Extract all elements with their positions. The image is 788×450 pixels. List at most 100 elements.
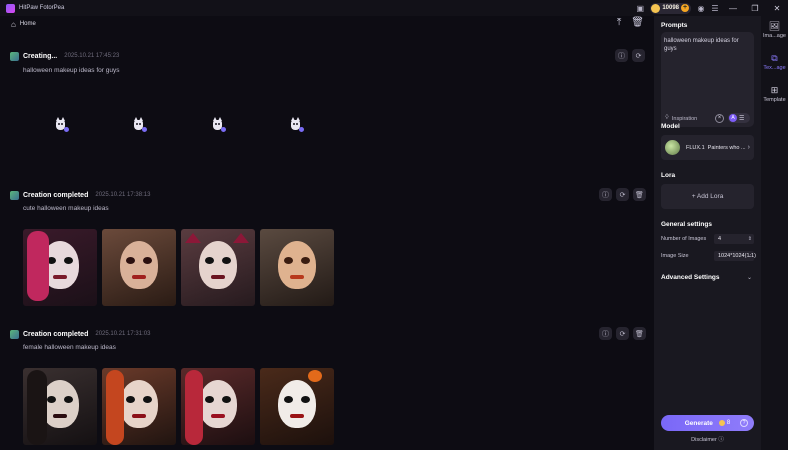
model-selector[interactable]: FLUX.1 Painters who ... › — [661, 135, 754, 160]
general-settings-heading: General settings — [661, 221, 712, 228]
advanced-settings-toggle[interactable]: Advanced Settings ⌄ — [661, 274, 754, 281]
prompt-mode-toggle[interactable]: A ☰ — [728, 113, 750, 123]
upload-icon[interactable]: ⤒ — [617, 17, 621, 28]
disclaimer-label: Disclaimer — [691, 437, 717, 443]
entry-status: Creating... — [23, 52, 58, 60]
save-icon[interactable]: ▣ — [633, 0, 647, 16]
disclaimer-link[interactable]: Disclaimer ⓘ — [654, 435, 761, 443]
app-title: HitPaw FotorPea — [19, 5, 65, 11]
advanced-settings-label: Advanced Settings — [661, 274, 720, 281]
entry-prompt: female halloween makeup ideas — [23, 344, 116, 351]
text-image-icon: ⧉ — [771, 53, 778, 63]
num-images-value: 4 — [718, 236, 722, 242]
regenerate-button[interactable]: ⟳ — [632, 49, 645, 62]
history-entry: Creation completed 2025.10.21 17:38:13 ⓘ… — [0, 188, 654, 329]
coin-icon — [718, 420, 725, 426]
title-bar: HitPaw FotorPea ▣ 10098 + ◉ ☰ — ❐ ✕ — [0, 0, 788, 16]
entry-thumb-icon — [10, 190, 19, 200]
loading-cat-icon — [133, 117, 147, 134]
entry-time: 2025.10.21 17:45:23 — [64, 53, 120, 59]
tab-image-to-image[interactable]: 🖼︎ Ima...age — [761, 18, 788, 48]
list-icon: ☰ — [739, 115, 745, 122]
entry-status: Creation completed — [23, 191, 89, 199]
credits-badge[interactable]: 10098 + — [650, 2, 691, 14]
tab-template[interactable]: ⊞ Template — [761, 82, 788, 112]
regenerate-button[interactable]: ⟳ — [616, 188, 629, 201]
generate-cost-value: 8 — [726, 420, 731, 426]
info-button[interactable]: ⓘ — [615, 49, 628, 62]
history-list: Creating... 2025.10.21 17:45:23 ⓘ ⟳ hall… — [0, 34, 654, 450]
mode-tabs: 🖼︎ Ima...age ⧉ Tex...age ⊞ Template — [761, 16, 788, 450]
entry-prompt: cute halloween makeup ideas — [23, 205, 109, 212]
delete-button[interactable]: 🗑︎ — [633, 188, 646, 201]
trash-icon[interactable]: 🗑︎ — [631, 17, 644, 28]
nav-bar: ⌂ Home ⤒ 🗑︎ — [0, 16, 654, 32]
chevron-right-icon: › — [747, 144, 750, 151]
history-entry: Creating... 2025.10.21 17:45:23 ⓘ ⟳ hall… — [0, 49, 654, 190]
result-image[interactable] — [181, 229, 255, 306]
home-link[interactable]: Home — [20, 21, 36, 27]
prompt-text[interactable]: halloween makeup ideas for guys — [664, 37, 752, 53]
restore-button[interactable]: ❐ — [744, 0, 766, 16]
num-images-row: Number of Images 4 ⇕ — [661, 234, 754, 244]
result-image[interactable] — [260, 368, 334, 445]
tab-label: Template — [763, 97, 786, 103]
info-button[interactable]: ⓘ — [599, 327, 612, 340]
history-entry: Creation completed 2025.10.21 17:31:03 ⓘ… — [0, 327, 654, 450]
tab-text-to-image[interactable]: ⧉ Tex...age — [761, 50, 788, 80]
prompt-input[interactable]: halloween makeup ideas for guys 💡︎ Inspi… — [661, 32, 754, 127]
add-lora-button[interactable]: + Add Lora — [661, 184, 754, 209]
account-icon[interactable]: ◉ — [694, 0, 708, 16]
model-thumbnail — [665, 140, 680, 155]
menu-icon[interactable]: ☰ — [708, 0, 722, 16]
generate-button[interactable]: Generate 8 ? — [661, 415, 754, 431]
result-image[interactable] — [23, 368, 97, 445]
entry-prompt: halloween makeup ideas for guys — [23, 67, 120, 74]
inspiration-button[interactable]: 💡︎ Inspiration — [665, 115, 697, 122]
result-image[interactable] — [260, 229, 334, 306]
lora-heading: Lora — [661, 172, 676, 179]
entry-thumb-icon — [10, 329, 19, 339]
tab-label: Tex...age — [763, 65, 786, 71]
delete-button[interactable]: 🗑︎ — [633, 327, 646, 340]
coin-icon — [651, 3, 661, 13]
image-size-select[interactable]: 1024*1024(1:1) ⌄ — [714, 251, 756, 261]
close-button[interactable]: ✕ — [766, 0, 788, 16]
regenerate-button[interactable]: ⟳ — [616, 327, 629, 340]
generate-label: Generate — [684, 419, 713, 427]
tab-label: Ima...age — [763, 33, 786, 39]
chevron-down-icon: ⌄ — [746, 275, 752, 281]
info-button[interactable]: ⓘ — [599, 188, 612, 201]
generate-cost: 8 — [718, 420, 731, 426]
help-icon[interactable]: ? — [740, 419, 748, 427]
entry-status: Creation completed — [23, 330, 89, 338]
info-icon: ⓘ — [718, 437, 724, 443]
ai-icon: A — [729, 114, 737, 122]
entry-time: 2025.10.21 17:38:13 — [95, 192, 151, 198]
home-icon[interactable]: ⌂ — [11, 20, 16, 29]
model-style: Painters who ... — [707, 144, 746, 151]
clear-prompt-button[interactable]: × — [715, 113, 724, 123]
entry-time: 2025.10.21 17:31:03 — [95, 331, 151, 337]
entry-thumb-icon — [10, 51, 19, 61]
image-size-row: Image Size 1024*1024(1:1) ⌄ — [661, 251, 756, 261]
loading-cat-icon — [212, 117, 226, 134]
inspiration-label: Inspiration — [671, 115, 698, 122]
prompts-heading: Prompts — [661, 22, 688, 29]
loading-cat-icon — [290, 117, 304, 134]
loading-cat-icon — [55, 117, 69, 134]
num-images-stepper[interactable]: 4 ⇕ — [714, 234, 754, 244]
result-image[interactable] — [102, 229, 176, 306]
template-icon: ⊞ — [770, 85, 779, 95]
result-image[interactable] — [102, 368, 176, 445]
settings-panel: Prompts halloween makeup ideas for guys … — [654, 16, 761, 450]
image-size-label: Image Size — [661, 253, 689, 259]
bulb-icon: 💡︎ — [665, 115, 669, 121]
credits-value: 10098 — [662, 5, 679, 11]
image-icon: 🖼︎ — [768, 21, 781, 31]
stepper-arrows-icon[interactable]: ⇕ — [748, 234, 752, 244]
minimize-button[interactable]: — — [722, 0, 744, 16]
result-image[interactable] — [181, 368, 255, 445]
add-credits-icon[interactable]: + — [681, 4, 689, 12]
result-image[interactable] — [23, 229, 97, 306]
